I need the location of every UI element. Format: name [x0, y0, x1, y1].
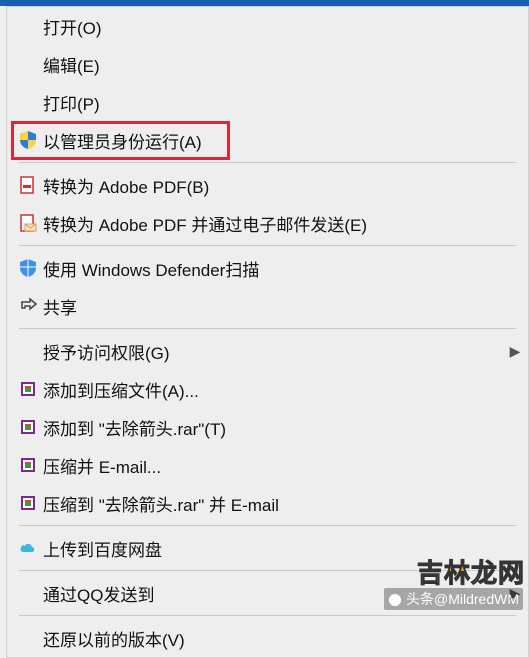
watermark-site: 吉林龙网 — [417, 553, 525, 590]
winrar-icon — [13, 376, 43, 402]
pdf-mail-icon — [13, 210, 43, 236]
separator — [19, 328, 516, 329]
separator — [19, 525, 516, 526]
menu-item-rar-add[interactable]: 添加到压缩文件(A)... — [7, 370, 528, 408]
menu-label: 压缩并 E-mail... — [43, 453, 528, 478]
submenu-arrow-icon: ▶ — [502, 343, 528, 360]
menu-label: 压缩到 "去除箭头.rar" 并 E-mail — [43, 491, 528, 516]
menu-label: 授予访问权限(G) — [43, 339, 502, 364]
menu-item-rar-emailto[interactable]: 压缩到 "去除箭头.rar" 并 E-mail — [7, 484, 528, 522]
blank-icon — [13, 580, 43, 606]
separator — [19, 615, 516, 616]
menu-label: 添加到压缩文件(A)... — [43, 377, 528, 402]
winrar-icon — [13, 414, 43, 440]
menu-item-restore[interactable]: 还原以前的版本(V) — [7, 619, 528, 657]
menu-label: 还原以前的版本(V) — [43, 626, 528, 651]
menu-item-pdf-email[interactable]: 转换为 Adobe PDF 并通过电子邮件发送(E) — [7, 204, 528, 242]
defender-shield-icon — [13, 255, 43, 281]
menu-label: 转换为 Adobe PDF(B) — [43, 173, 528, 198]
blank-icon — [13, 625, 43, 651]
menu-label: 添加到 "去除箭头.rar"(T) — [43, 415, 528, 440]
menu-item-pdf-convert[interactable]: 转换为 Adobe PDF(B) — [7, 166, 528, 204]
separator — [19, 162, 516, 163]
menu-label: 打印(P) — [43, 90, 528, 115]
menu-label: 以管理员身份运行(A) — [43, 128, 528, 153]
baidu-cloud-icon — [13, 535, 43, 561]
menu-label: 共享 — [43, 294, 528, 319]
menu-item-rar-email[interactable]: 压缩并 E-mail... — [7, 446, 528, 484]
menu-item-rar-addto[interactable]: 添加到 "去除箭头.rar"(T) — [7, 408, 528, 446]
menu-item-run-as-admin[interactable]: 以管理员身份运行(A) — [7, 121, 528, 159]
menu-item-edit[interactable]: 编辑(E) — [7, 45, 528, 83]
shield-icon — [13, 127, 43, 153]
menu-item-grant-access[interactable]: 授予访问权限(G) ▶ — [7, 332, 528, 370]
menu-item-open[interactable]: 打开(O) — [7, 7, 528, 45]
share-icon — [13, 293, 43, 319]
menu-label: 使用 Windows Defender扫描 — [43, 256, 528, 281]
watermark-credit: 头条@MildredWM — [384, 588, 523, 610]
blank-icon — [13, 338, 43, 364]
menu-item-print[interactable]: 打印(P) — [7, 83, 528, 121]
menu-item-defender[interactable]: 使用 Windows Defender扫描 — [7, 249, 528, 287]
separator — [19, 245, 516, 246]
menu-label: 打开(O) — [43, 14, 528, 39]
pdf-icon — [13, 172, 43, 198]
menu-item-share[interactable]: 共享 — [7, 287, 528, 325]
blank-icon — [13, 51, 43, 77]
winrar-icon — [13, 490, 43, 516]
winrar-icon — [13, 452, 43, 478]
blank-icon — [13, 89, 43, 115]
menu-label: 编辑(E) — [43, 52, 528, 77]
blank-icon — [13, 13, 43, 39]
menu-label: 转换为 Adobe PDF 并通过电子邮件发送(E) — [43, 211, 528, 236]
